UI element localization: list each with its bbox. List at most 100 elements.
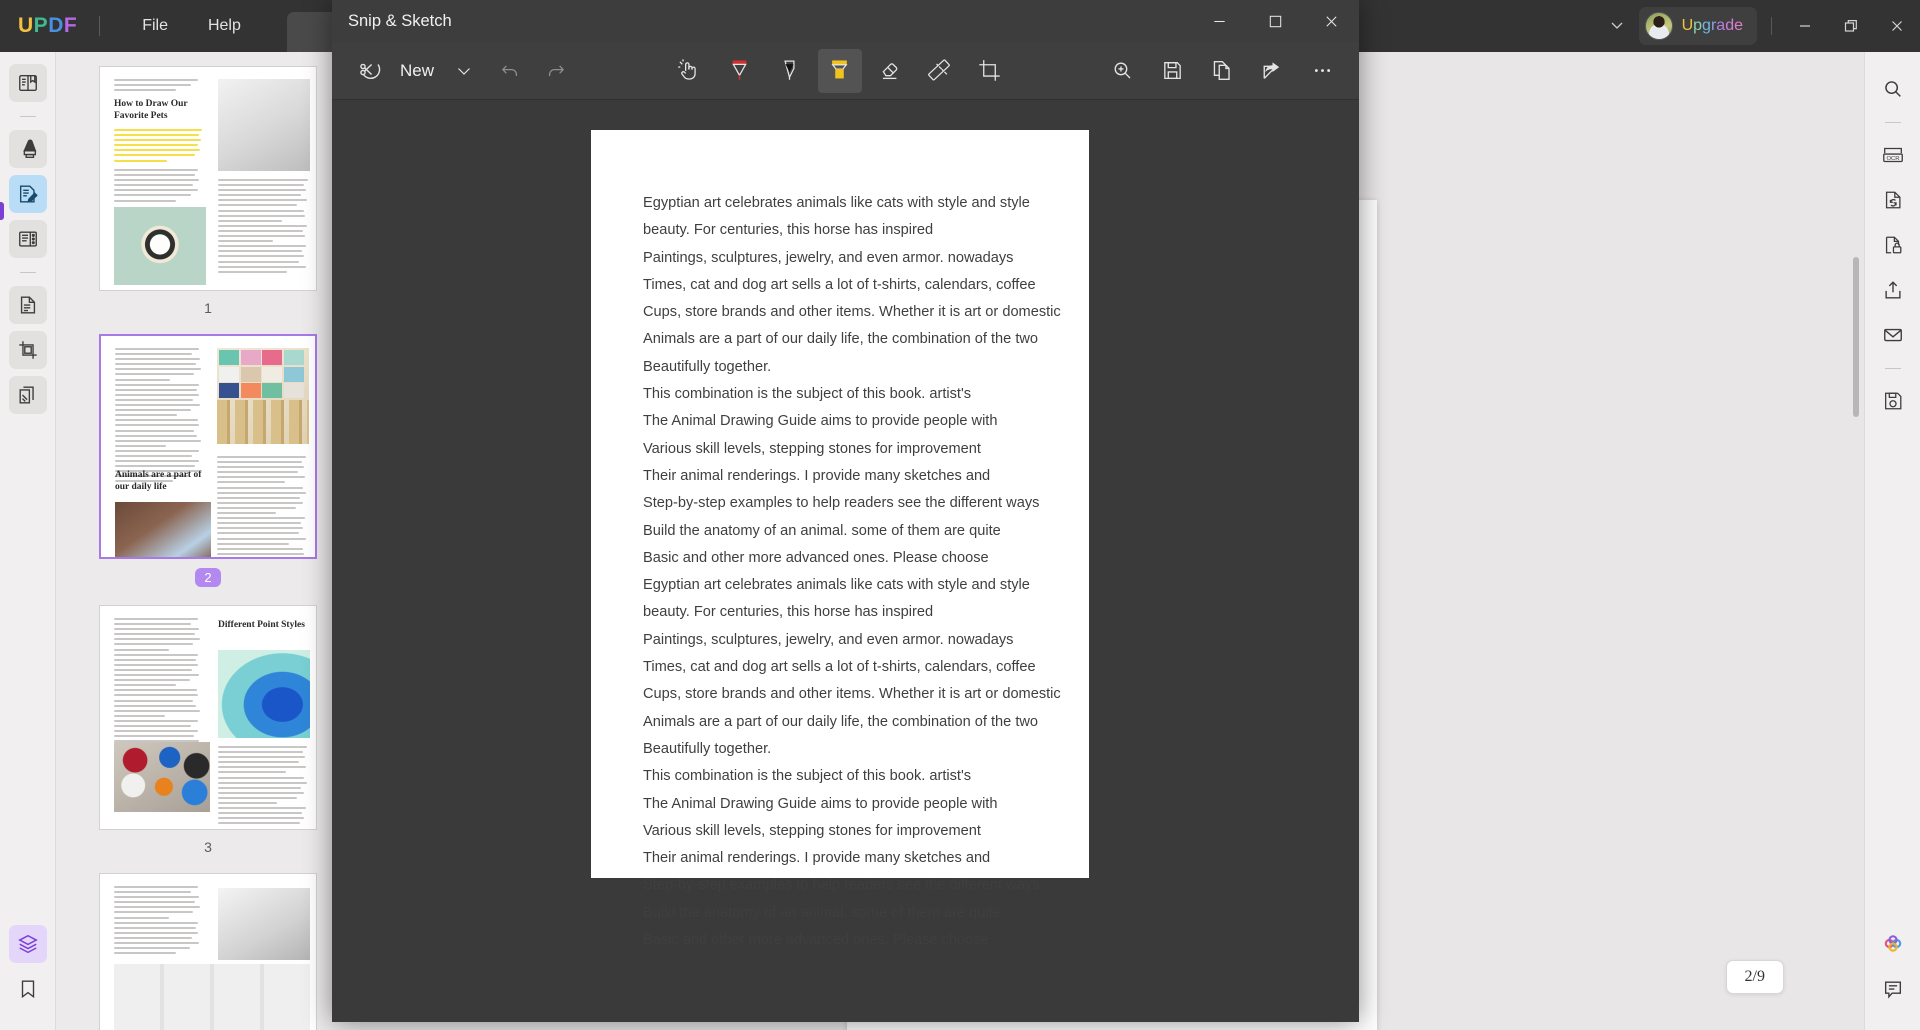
thumbnail-preview xyxy=(99,873,317,1030)
mini-text-block-2 xyxy=(218,746,310,825)
save-button[interactable] xyxy=(1151,49,1195,93)
snip-text-line: Various skill levels, stepping stones fo… xyxy=(643,822,981,839)
avatar[interactable] xyxy=(1644,12,1673,40)
thumbnail-preview: Different Point Styles xyxy=(99,605,317,830)
snip-and-sketch-window[interactable]: Snip & Sketch New Egyptian art celebrate… xyxy=(332,0,1359,1022)
titlebar-divider-2 xyxy=(1771,17,1772,35)
snip-text-line: The Animal Drawing Guide aims to provide… xyxy=(643,795,998,812)
tool-share-export[interactable] xyxy=(1874,271,1912,309)
snip-maximize-button[interactable] xyxy=(1247,0,1303,42)
sidebar-item-reader-mode[interactable] xyxy=(8,64,47,102)
share-button[interactable] xyxy=(1251,49,1295,93)
tool-ai-assistant[interactable] xyxy=(1874,925,1912,963)
thumbnail-page-number: 3 xyxy=(204,839,212,855)
updf-logo: UPDF xyxy=(18,14,78,37)
mini-image-sketch xyxy=(218,888,310,960)
mini-image-paints xyxy=(217,348,309,444)
snip-toolbar: New xyxy=(332,42,1359,100)
snip-text-line: Their animal renderings. I provide many … xyxy=(643,850,991,867)
snip-text-line: Beautifully together. xyxy=(643,358,772,375)
thumbnail-page-4[interactable]: 4 xyxy=(56,873,360,1030)
snip-text-line: Beautifully together. xyxy=(643,740,772,757)
snip-text-line: Animals are a part of our daily life, th… xyxy=(643,331,1039,348)
snip-window-title: Snip & Sketch xyxy=(348,11,452,30)
sidebar-item-annotate[interactable] xyxy=(8,130,47,168)
sidebar-item-crop-pages[interactable] xyxy=(8,331,47,369)
snip-canvas[interactable]: Egyptian art celebrates animals like cat… xyxy=(332,100,1359,1022)
chevron-down-icon[interactable] xyxy=(442,49,486,93)
chevron-down-icon[interactable] xyxy=(1595,17,1639,36)
mini-image-paint-buckets xyxy=(114,742,210,812)
sidebar-item-batch[interactable] xyxy=(8,376,47,414)
mini-image-painting-desk xyxy=(115,502,211,557)
tool-comments[interactable] xyxy=(1874,970,1912,1008)
rail-divider-1 xyxy=(19,116,36,117)
highlighter-button[interactable] xyxy=(817,48,862,93)
viewer-scrollbar[interactable] xyxy=(1853,257,1859,417)
ballpoint-pen-button[interactable] xyxy=(718,49,762,93)
touch-writing-button[interactable] xyxy=(668,49,712,93)
right-rail-divider-2 xyxy=(1884,368,1901,369)
tool-save-as[interactable] xyxy=(1874,382,1912,420)
snip-text-line: beauty. For centuries, this horse has in… xyxy=(643,222,934,239)
tool-protect[interactable] xyxy=(1874,226,1912,264)
right-rail-divider-1 xyxy=(1884,122,1901,123)
scissors-snip-icon[interactable] xyxy=(348,49,392,93)
snip-text-line: Step-by-step examples to help readers se… xyxy=(643,495,1040,512)
thumbnail-page-2[interactable]: Animals are a part of our daily life 2 xyxy=(56,334,360,587)
sidebar-item-bookmarks[interactable] xyxy=(9,970,47,1008)
ellipsis-icon[interactable] xyxy=(1301,49,1345,93)
minimize-button[interactable] xyxy=(1782,0,1828,52)
close-button[interactable] xyxy=(1874,0,1920,52)
sidebar-item-edit-pdf[interactable] xyxy=(8,175,47,213)
new-snip-group[interactable]: New xyxy=(348,49,578,93)
page-thumbnail-panel[interactable]: How to Draw Our Favorite Pets 1 Animals … xyxy=(56,52,360,1030)
active-tool-marker xyxy=(0,202,4,220)
sidebar-item-convert[interactable] xyxy=(8,286,47,324)
thumbnail-page-number: 1 xyxy=(204,300,212,316)
tool-ocr[interactable]: OCR xyxy=(1874,136,1912,174)
pencil-button[interactable] xyxy=(768,49,812,93)
mini-title: Different Point Styles xyxy=(218,620,305,630)
mini-title: Animals are a part of our daily life xyxy=(115,470,202,492)
thumbnail-page-3[interactable]: Different Point Styles 3 xyxy=(56,605,360,855)
thumbnail-page-1[interactable]: How to Draw Our Favorite Pets 1 xyxy=(56,66,360,316)
ruler-button[interactable] xyxy=(918,49,962,93)
sidebar-item-organize-pages[interactable] xyxy=(8,220,47,258)
restore-button[interactable] xyxy=(1828,0,1874,52)
tool-search[interactable] xyxy=(1874,70,1912,108)
snip-text-line: Cups, store brands and other items. Whet… xyxy=(643,686,1061,703)
mini-text-block xyxy=(114,618,202,753)
mini-image-watercolor xyxy=(218,650,310,738)
zoom-button[interactable] xyxy=(1101,49,1145,93)
snip-close-button[interactable] xyxy=(1303,0,1359,42)
snip-text-line: Paintings, sculptures, jewelry, and even… xyxy=(643,631,1014,648)
snip-text-line: Their animal renderings. I provide many … xyxy=(643,467,991,484)
mini-text-block xyxy=(115,348,203,483)
undo-button[interactable] xyxy=(488,49,532,93)
tool-convert-file[interactable] xyxy=(1874,181,1912,219)
eraser-button[interactable] xyxy=(868,49,912,93)
snip-text-line: Basic and other more advanced ones. Plea… xyxy=(643,932,989,949)
crop-button[interactable] xyxy=(968,49,1012,93)
menu-file[interactable]: File xyxy=(122,11,188,41)
mini-image-dog-sketch xyxy=(218,79,310,171)
snip-text-line: Cups, store brands and other items. Whet… xyxy=(643,304,1061,321)
snip-text-line: Paintings, sculptures, jewelry, and even… xyxy=(643,249,1014,266)
upgrade-button[interactable]: Upgrade xyxy=(1638,7,1757,45)
mini-text-block-3 xyxy=(218,179,310,273)
copy-button[interactable] xyxy=(1201,49,1245,93)
menu-help[interactable]: Help xyxy=(188,11,261,41)
snip-text-line: beauty. For centuries, this horse has in… xyxy=(643,604,934,621)
snip-minimize-button[interactable] xyxy=(1191,0,1247,42)
sidebar-item-layers[interactable] xyxy=(8,925,47,963)
right-toolbar-rail: OCR xyxy=(1864,52,1920,1030)
thumbnail-list: How to Draw Our Favorite Pets 1 Animals … xyxy=(56,52,360,1030)
new-snip-label[interactable]: New xyxy=(394,61,440,81)
rail-divider-2 xyxy=(19,272,36,273)
redo-button[interactable] xyxy=(534,49,578,93)
tool-email[interactable] xyxy=(1874,316,1912,354)
snip-text-line: Build the anatomy of an animal. some of … xyxy=(643,522,1001,539)
snip-titlebar: Snip & Sketch xyxy=(332,0,1359,42)
mini-text-block-2 xyxy=(114,169,202,202)
